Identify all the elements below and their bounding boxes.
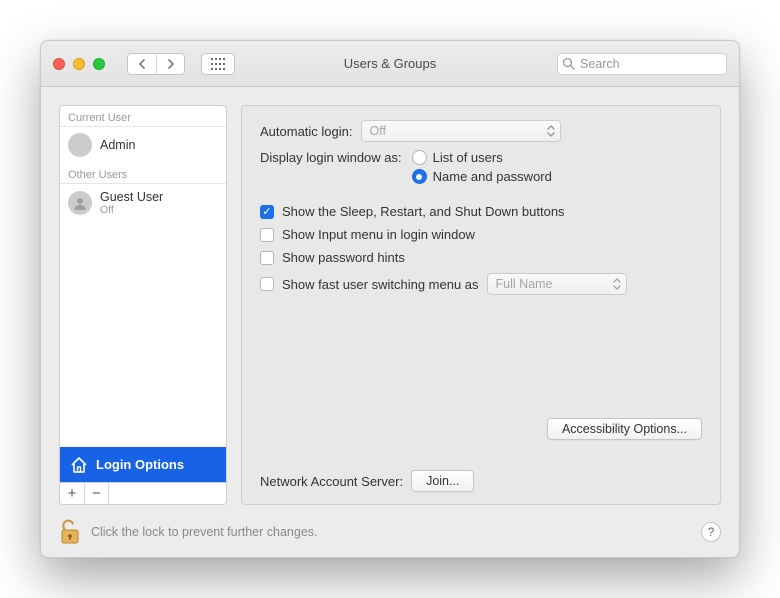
avatar — [68, 133, 92, 157]
checkbox-indicator: ✓ — [260, 205, 274, 219]
footer: Click the lock to prevent further change… — [41, 513, 739, 557]
grid-icon — [211, 58, 225, 70]
add-remove-spacer — [108, 483, 226, 504]
user-meta: Guest User Off — [100, 190, 163, 216]
radio-label: List of users — [433, 150, 503, 165]
search-field-wrap — [557, 53, 727, 75]
display-login-label: Display login window as: — [260, 150, 402, 165]
accessibility-options-button[interactable]: Accessibility Options... — [547, 418, 702, 440]
radio-name-and-password[interactable]: Name and password — [412, 169, 552, 184]
minimize-window-button[interactable] — [73, 58, 85, 70]
checkbox-fast-user-switching[interactable]: Show fast user switching menu as — [260, 277, 479, 292]
user-list: Current User Admin Other Users Guest Use… — [59, 105, 227, 447]
radio-indicator — [412, 169, 427, 184]
checkbox-label: Show the Sleep, Restart, and Shut Down b… — [282, 204, 565, 219]
lock-hint-text: Click the lock to prevent further change… — [91, 525, 318, 539]
checkbox-input-menu[interactable]: Show Input menu in login window — [260, 227, 702, 242]
preferences-window: Users & Groups Current User Admin Other … — [40, 40, 740, 558]
fast-user-switch-select[interactable]: Full Name — [487, 273, 627, 295]
login-options-card: Automatic login: Off Display login windo… — [241, 105, 721, 505]
checkbox-indicator — [260, 228, 274, 242]
automatic-login-label: Automatic login: — [260, 124, 353, 139]
network-account-label: Network Account Server: — [260, 474, 403, 489]
checkbox-label: Show Input menu in login window — [282, 227, 475, 242]
nav-back-forward — [127, 53, 185, 75]
close-window-button[interactable] — [53, 58, 65, 70]
content-body: Current User Admin Other Users Guest Use… — [41, 87, 739, 513]
checkbox-password-hints[interactable]: Show password hints — [260, 250, 702, 265]
search-icon — [562, 57, 575, 70]
checkbox-label: Show fast user switching menu as — [282, 277, 479, 292]
button-label: Accessibility Options... — [562, 422, 687, 436]
row-network-account: Network Account Server: Join... — [260, 470, 702, 492]
lock-icon[interactable] — [59, 519, 81, 545]
checkbox-label: Show password hints — [282, 250, 405, 265]
row-fast-user-switching: Show fast user switching menu as Full Na… — [260, 273, 702, 295]
user-name: Admin — [100, 138, 135, 152]
automatic-login-select[interactable]: Off — [361, 120, 561, 142]
sidebar: Current User Admin Other Users Guest Use… — [59, 105, 227, 505]
sidebar-item-label: Login Options — [96, 457, 184, 472]
add-user-button[interactable]: + — [60, 483, 84, 504]
select-value: Off — [370, 124, 386, 138]
row-accessibility: Accessibility Options... — [260, 418, 702, 440]
sidebar-item-guest-user[interactable]: Guest User Off — [60, 184, 226, 222]
select-value: Full Name — [496, 277, 553, 291]
home-icon — [70, 456, 88, 474]
checkbox-indicator — [260, 251, 274, 265]
titlebar: Users & Groups — [41, 41, 739, 87]
chevron-updown-icon — [546, 123, 556, 142]
radio-indicator — [412, 150, 427, 165]
sidebar-heading-current-user: Current User — [60, 106, 226, 127]
checkbox-sleep-restart[interactable]: ✓ Show the Sleep, Restart, and Shut Down… — [260, 204, 702, 219]
zoom-window-button[interactable] — [93, 58, 105, 70]
person-icon — [73, 196, 87, 210]
button-label: Join... — [426, 474, 459, 488]
user-meta: Admin — [100, 138, 135, 152]
row-automatic-login: Automatic login: Off — [260, 120, 702, 142]
sidebar-heading-other-users: Other Users — [60, 163, 226, 184]
add-remove-bar: + − — [59, 483, 227, 505]
radio-label: Name and password — [433, 169, 552, 184]
chevron-right-icon — [166, 59, 175, 69]
sidebar-item-login-options[interactable]: Login Options — [59, 447, 227, 483]
sidebar-item-current-user[interactable]: Admin — [60, 127, 226, 163]
show-all-button[interactable] — [201, 53, 235, 75]
main-pane: Automatic login: Off Display login windo… — [241, 105, 721, 505]
back-button[interactable] — [128, 54, 156, 74]
user-name: Guest User — [100, 190, 163, 204]
display-login-radiogroup: List of users Name and password — [412, 150, 552, 184]
remove-user-button[interactable]: − — [84, 483, 108, 504]
row-display-login: Display login window as: List of users N… — [260, 150, 702, 184]
forward-button[interactable] — [156, 54, 184, 74]
chevron-updown-icon — [612, 276, 622, 295]
radio-list-of-users[interactable]: List of users — [412, 150, 552, 165]
search-input[interactable] — [557, 53, 727, 75]
chevron-left-icon — [138, 59, 147, 69]
help-button[interactable]: ? — [701, 522, 721, 542]
window-controls — [53, 58, 105, 70]
checkbox-indicator — [260, 277, 274, 291]
avatar — [68, 191, 92, 215]
join-button[interactable]: Join... — [411, 470, 474, 492]
user-status: Off — [100, 204, 163, 216]
